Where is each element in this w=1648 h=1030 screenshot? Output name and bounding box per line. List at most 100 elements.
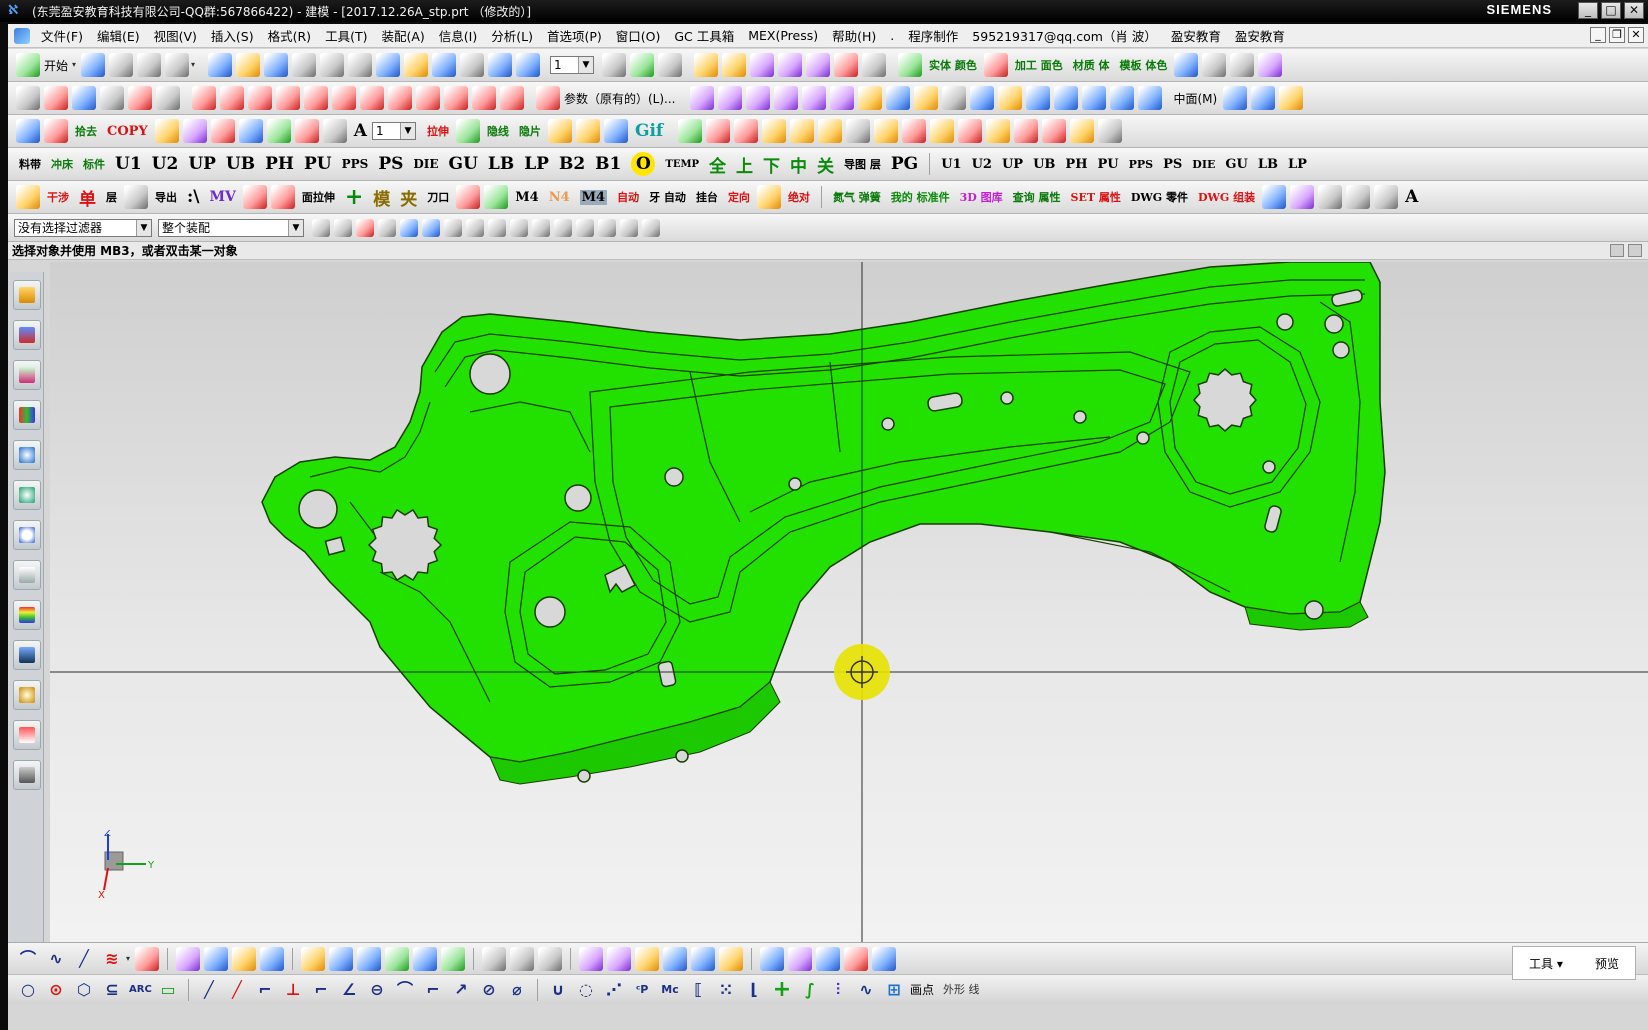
b2-button[interactable]: B2 [559, 154, 585, 174]
lb-button[interactable]: LB [488, 154, 514, 174]
trim-curve-icon[interactable] [360, 86, 384, 110]
styled-blend-icon[interactable] [538, 946, 562, 971]
move-u2-button[interactable]: U2 [972, 157, 992, 172]
menu-format[interactable]: 格式(R) [261, 26, 318, 45]
gear-icon[interactable] [1258, 53, 1283, 77]
x-form-icon[interactable] [579, 946, 603, 971]
n-sided-icon[interactable] [260, 946, 284, 971]
feature-icon-9[interactable] [902, 119, 927, 143]
sphere-icon[interactable] [1174, 53, 1199, 77]
preview-button[interactable]: 预览 [1595, 955, 1619, 972]
studio-surface-icon[interactable] [176, 946, 200, 971]
feature-icon-12[interactable] [986, 119, 1011, 143]
fit-spline-icon[interactable] [128, 86, 152, 110]
system-materials-tab[interactable] [13, 760, 41, 790]
lower-button[interactable]: 下 [763, 152, 780, 177]
nx-app-icon[interactable]: ℵ [8, 3, 26, 19]
solid-cube-icon[interactable] [376, 53, 401, 77]
paint-icon[interactable] [182, 119, 207, 143]
menu-window[interactable]: 窗口(O) [609, 26, 668, 45]
feature-icon-10[interactable] [930, 119, 955, 143]
move-object-icon[interactable] [872, 946, 896, 971]
doc-minimize-button[interactable]: _ [1590, 27, 1606, 43]
b1-button[interactable]: B1 [595, 154, 621, 174]
feature-icon-15[interactable] [1070, 119, 1095, 143]
part-navigator-tab[interactable] [13, 360, 41, 390]
arc-tool-icon[interactable]: ⌒ [16, 948, 40, 970]
i-form-icon[interactable] [607, 946, 631, 971]
auto-button[interactable]: 自动 [617, 192, 639, 203]
figure-icon[interactable] [270, 185, 295, 209]
feature-icon-8[interactable] [874, 119, 899, 143]
menu-insert[interactable]: 插入(S) [204, 26, 261, 45]
m4-alt-button[interactable]: M4 [579, 189, 608, 205]
project-curve-icon[interactable] [276, 86, 300, 110]
feature-icon-4[interactable] [762, 119, 787, 143]
work-layer-select[interactable]: 1 ▼ [550, 56, 595, 74]
through-curves-icon[interactable] [135, 946, 159, 971]
spline-green-icon[interactable]: ∫ [798, 979, 822, 1001]
move-ph-button[interactable]: PH [1065, 157, 1087, 172]
pick-button[interactable]: 拾去 [75, 126, 97, 137]
orient-view-icon[interactable] [432, 53, 457, 77]
cutting-edge-button[interactable]: 刀口 [427, 192, 449, 203]
rotate-icon[interactable] [516, 53, 541, 77]
template-body-button[interactable]: 模板 体色 [1120, 60, 1168, 71]
ph-button[interactable]: PH [265, 154, 294, 174]
silhouette-flange-icon[interactable] [413, 946, 437, 971]
snap-point-on-curve-icon[interactable] [620, 218, 638, 237]
wave-curve-icon[interactable]: ∿ [854, 979, 878, 1001]
circle-center-icon[interactable]: ⊙ [44, 979, 68, 1001]
chamfer-curve-icon[interactable] [444, 86, 468, 110]
add-icon[interactable]: + [345, 184, 363, 210]
line-slash-icon[interactable]: ╱ [197, 979, 221, 1001]
move-pps-button[interactable]: PPS [1129, 158, 1154, 171]
menu-assemblies[interactable]: 装配(A) [374, 26, 431, 45]
reuse-library-tab[interactable] [13, 400, 41, 430]
draft-icon[interactable] [885, 86, 910, 110]
snap-center-icon[interactable] [554, 218, 572, 237]
face-analysis-icon[interactable] [806, 53, 831, 77]
move-die-button[interactable]: DIE [1192, 158, 1215, 171]
layer-manager-icon[interactable] [16, 119, 40, 143]
snap-endpoint-icon[interactable] [444, 218, 462, 237]
feature-icon-3[interactable] [734, 119, 759, 143]
chevron-down-icon[interactable]: ▼ [578, 57, 594, 73]
m4-button[interactable]: M4 [515, 190, 538, 205]
close-layer-button[interactable]: 关 [817, 152, 834, 177]
menu-analysis[interactable]: 分析(L) [484, 26, 540, 45]
chevron-down-icon[interactable]: ▼ [136, 219, 151, 236]
bounded-plane-icon[interactable] [829, 86, 854, 110]
arc-on-line-icon[interactable]: ⌒ [393, 979, 417, 1001]
extension-icon[interactable] [329, 946, 353, 971]
print-icon[interactable] [294, 119, 319, 143]
text-a-button[interactable]: A [1405, 187, 1418, 207]
feature-icon-13[interactable] [1014, 119, 1039, 143]
offset-face-icon[interactable] [760, 946, 784, 971]
check-geometry-icon[interactable] [750, 53, 775, 77]
menu-contact[interactable]: 595219317@qq.com（肖 波） [965, 26, 1164, 45]
sweep-curves-icon[interactable]: ⫶ [826, 979, 850, 1001]
zigzag-icon[interactable]: ⋰ [602, 979, 626, 1001]
menu-help[interactable]: 帮助(H) [825, 26, 883, 45]
single-button[interactable]: 单 [79, 185, 96, 210]
dwg-assembly-button[interactable]: DWG 组装 [1198, 192, 1255, 203]
plus-point-icon[interactable]: + [770, 978, 794, 1001]
ruled-icon[interactable] [204, 946, 228, 971]
redo-icon[interactable] [137, 53, 162, 77]
join-curve-icon[interactable] [472, 86, 496, 110]
menu-view[interactable]: 视图(V) [147, 26, 204, 45]
face-blend-icon[interactable] [482, 946, 506, 971]
curve-match-icon[interactable]: Mc [658, 979, 682, 1001]
pattern-icon[interactable] [844, 946, 868, 971]
tools-dropdown[interactable]: 工具 ▾ [1529, 955, 1563, 972]
transform-icon[interactable] [236, 53, 261, 77]
circle-slash-icon[interactable]: ⊘ [477, 979, 501, 1001]
export-button[interactable]: 导出 [155, 192, 177, 203]
mid-surface-button[interactable]: 中面(M) [1174, 90, 1218, 107]
copy-button[interactable]: COPY [107, 124, 148, 139]
line-normal-icon[interactable]: ⊥ [281, 979, 305, 1001]
set-attribute-button[interactable]: SET 属性 [1071, 192, 1121, 203]
hang-table-button[interactable]: 挂台 [696, 192, 718, 203]
cue-collapse-icon[interactable] [1610, 244, 1624, 257]
